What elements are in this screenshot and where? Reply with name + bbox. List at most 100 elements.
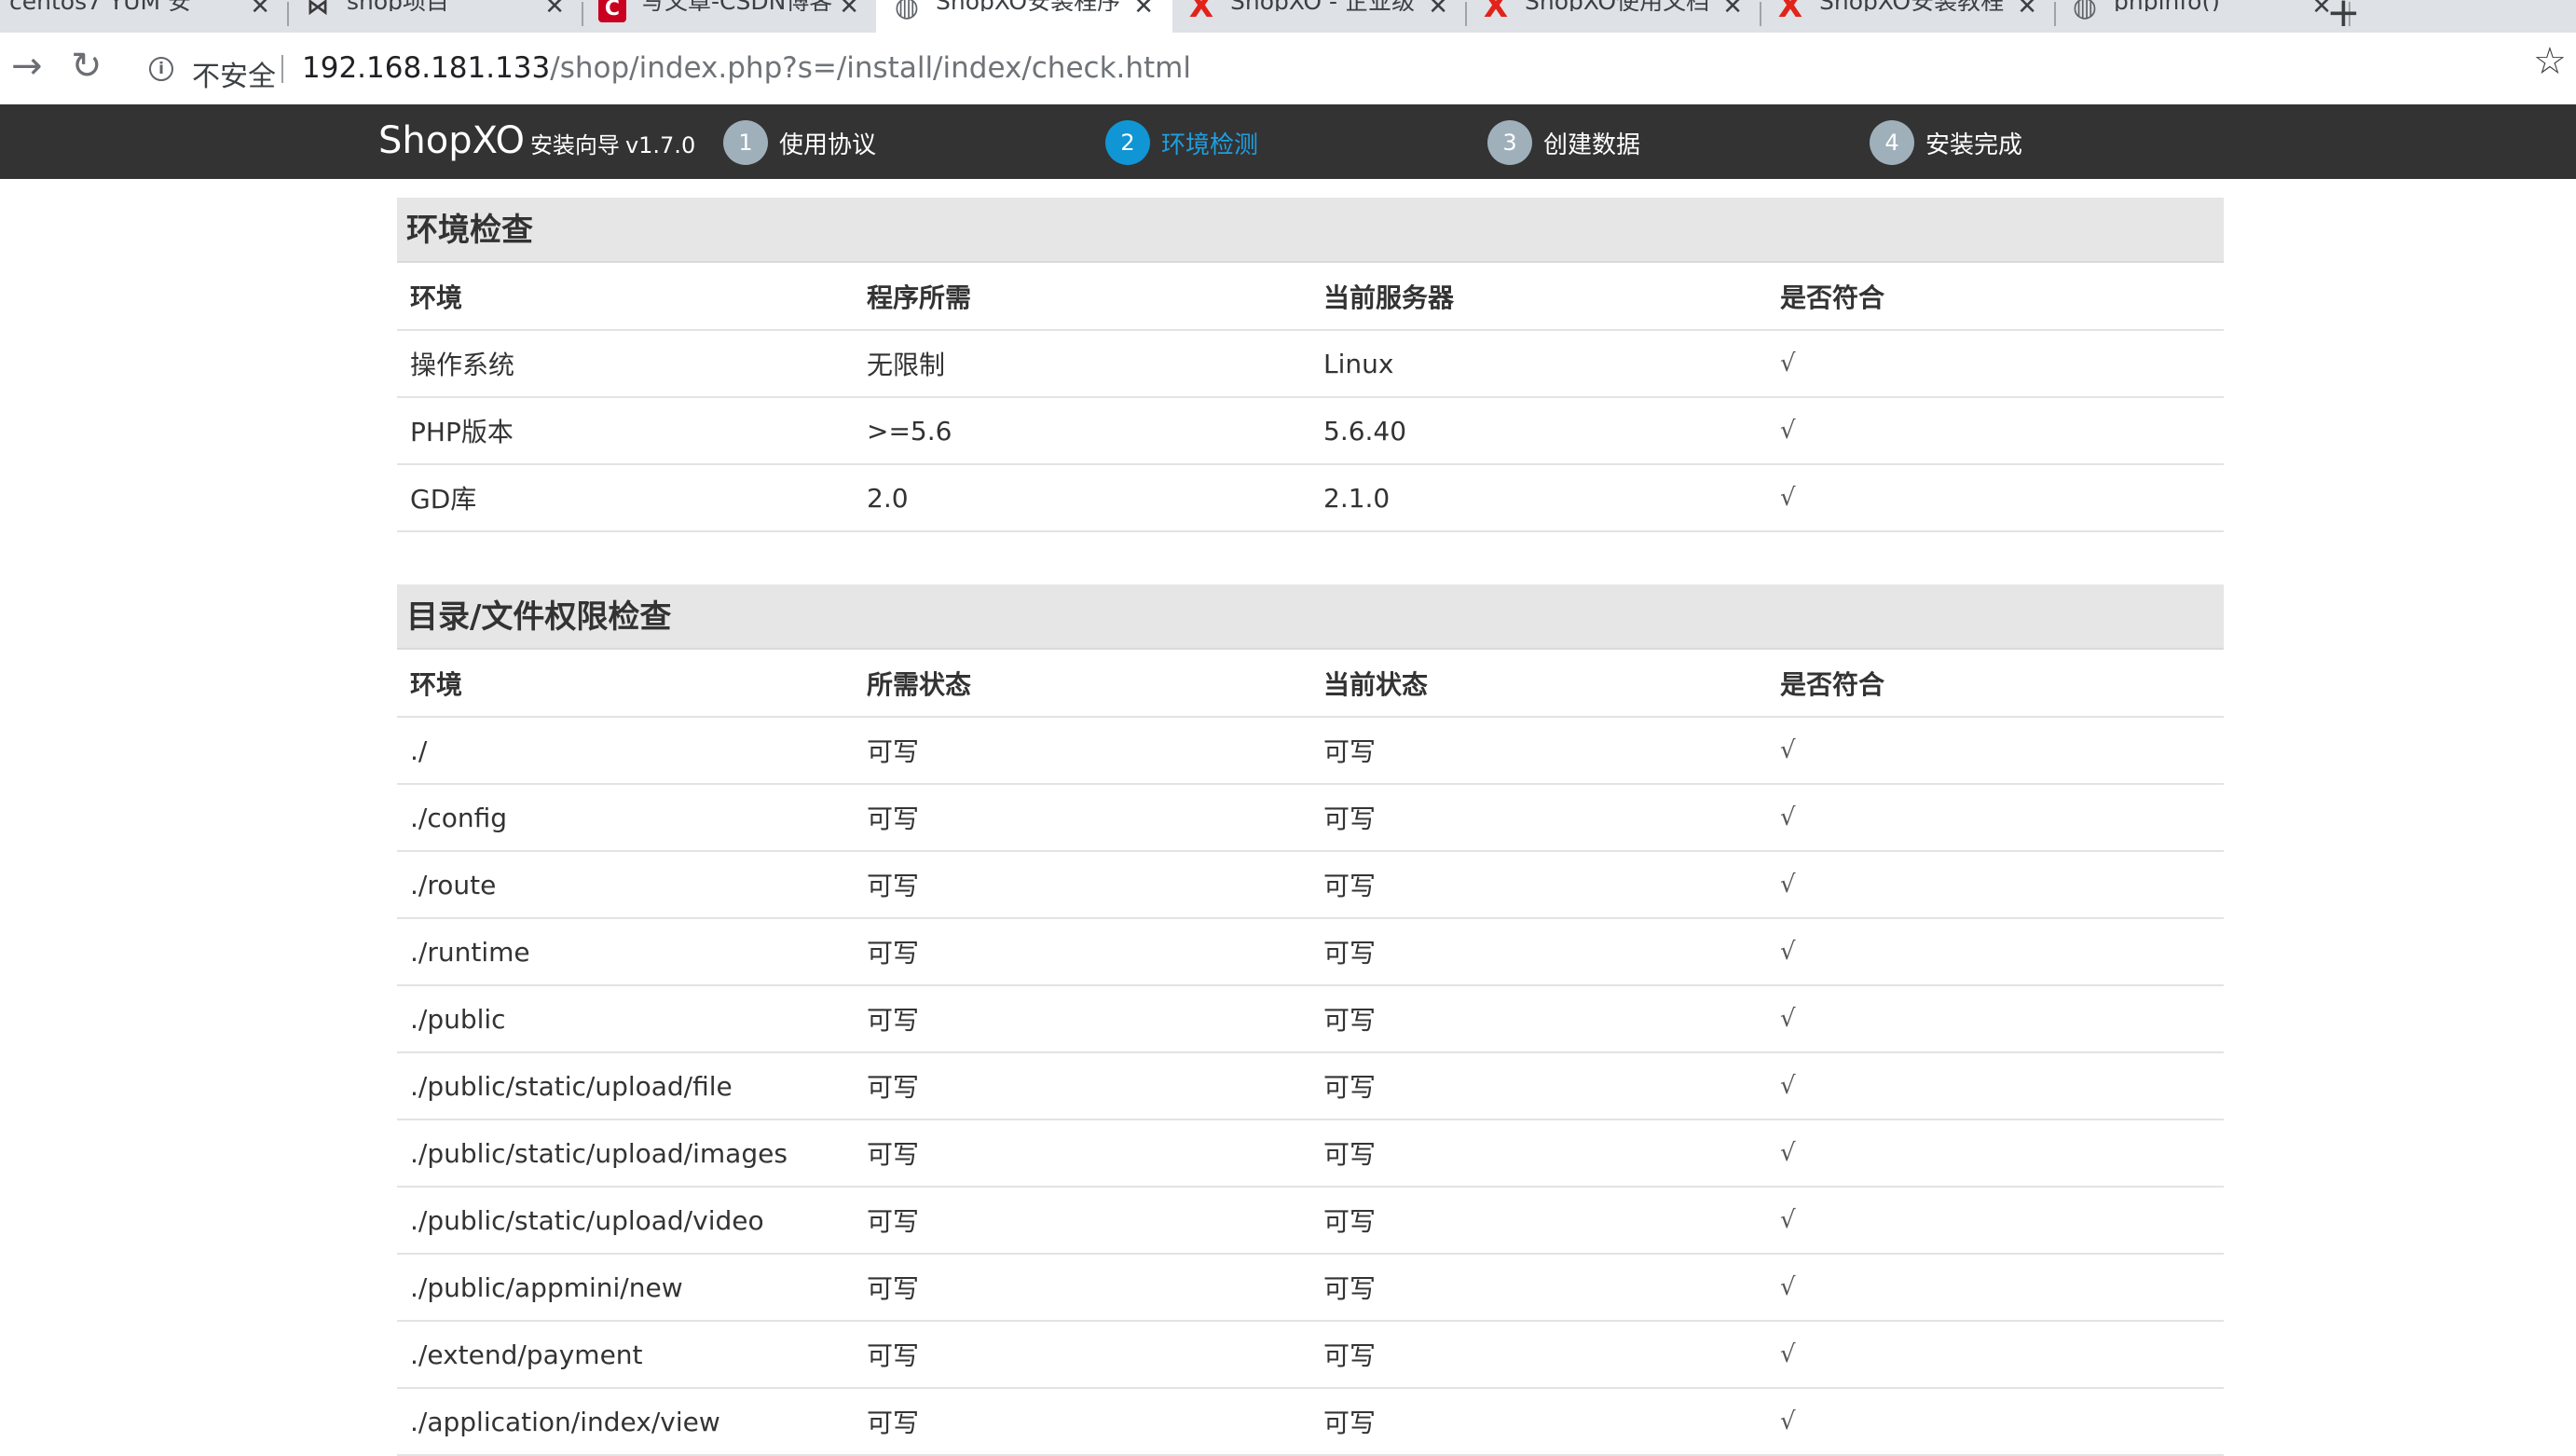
step-2: 2 环境检测 [1105, 120, 1258, 165]
bookmark-star-icon[interactable]: ☆ [2533, 40, 2567, 83]
table-cell: ./public/static/upload/file [397, 1052, 854, 1120]
table-cell: ./public/static/upload/video [397, 1187, 854, 1255]
install-header: ShopXO 安装向导 v1.7.0 1 使用协议 2 环境检测 3 创建数据 4 … [0, 104, 2576, 179]
step-number: 3 [1487, 120, 1532, 165]
table-row: ./runtime 可写 可写 √ [397, 918, 2224, 986]
table-row: ./route 可写 可写 √ [397, 851, 2224, 919]
status-check: √ [1767, 397, 2224, 465]
close-icon[interactable]: ✕ [2017, 0, 2037, 21]
globe-favicon-icon: ◍ [2072, 0, 2098, 23]
browser-tab[interactable]: ⋈shop项目✕ [287, 0, 583, 33]
step-1: 1 使用协议 [723, 120, 876, 165]
close-icon[interactable]: ✕ [250, 0, 270, 21]
table-header-row: 环境 程序所需 当前服务器 是否符合 [397, 263, 2224, 331]
perm-check-section: 目录/文件权限检查 环境 所需状态 当前状态 是否符合 ./可写 可写 √ ./con… [397, 584, 2224, 1456]
url-text[interactable]: 192.168.181.133/shop/index.php?s=/instal… [302, 51, 1191, 85]
browser-tab[interactable]: XShopXO使用文档✕ [1465, 0, 1761, 33]
env-check-title: 环境检查 [397, 198, 2224, 263]
step-4: 4 安装完成 [1870, 120, 2022, 165]
table-row: ./public/static/upload/file 可写 可写 √ [397, 1052, 2224, 1120]
reload-icon[interactable]: ↻ [71, 46, 103, 87]
table-cell: >=5.6 [854, 397, 1310, 465]
table-row: PHP版本 >=5.6 5.6.40 √ [397, 397, 2224, 465]
table-cell: GD库 [397, 464, 854, 532]
status-check: √ [1767, 1321, 2224, 1389]
close-icon[interactable]: ✕ [839, 0, 859, 21]
status-check: √ [1767, 1119, 2224, 1188]
table-cell: ./application/index/view [397, 1388, 854, 1456]
url-host: 192.168.181.133 [302, 51, 551, 85]
column-header: 环境 [397, 650, 854, 718]
step-label: 创建数据 [1543, 130, 1641, 159]
table-cell: 可写 [854, 717, 1310, 785]
step-number: 4 [1870, 120, 1914, 165]
table-cell: 操作系统 [397, 330, 854, 398]
status-check: √ [1767, 330, 2224, 398]
security-label[interactable]: 不安全 [192, 53, 276, 94]
close-icon[interactable]: ✕ [1428, 0, 1448, 21]
table-cell: ./route [397, 851, 854, 919]
url-path: /shop/index.php?s=/install/index/check.h… [550, 51, 1191, 85]
close-icon[interactable]: ✕ [1722, 0, 1743, 21]
table-cell: 可写 [854, 1052, 1310, 1120]
table-row: ./public/static/upload/video 可写 可写 √ [397, 1187, 2224, 1255]
table-cell: 2.1.0 [1310, 464, 1767, 532]
column-header: 当前服务器 [1310, 263, 1767, 331]
status-check: √ [1767, 784, 2224, 852]
brand: ShopXO 安装向导 v1.7.0 [378, 119, 695, 162]
tab-title: centos7 YUM 安 [9, 0, 289, 11]
status-check: √ [1767, 1052, 2224, 1120]
table-cell: ./public/appmini/new [397, 1254, 854, 1322]
table-cell: ./runtime [397, 918, 854, 986]
table-cell: 5.6.40 [1310, 397, 1767, 465]
csdn-favicon-icon: C [598, 0, 626, 22]
table-cell: 可写 [1310, 1187, 1767, 1255]
status-check: √ [1767, 985, 2224, 1053]
table-cell: 可写 [1310, 918, 1767, 986]
table-cell: ./config [397, 784, 854, 852]
status-check: √ [1767, 717, 2224, 785]
browser-tab[interactable]: ◍ShopXO安装程序✕ [876, 0, 1172, 33]
table-cell: Linux [1310, 330, 1767, 398]
table-cell: PHP版本 [397, 397, 854, 465]
env-check-table: 环境 程序所需 当前服务器 是否符合 操作系统 无限制 Linux √ PHP版本 >=5… [397, 263, 2224, 532]
close-icon[interactable]: ✕ [544, 0, 565, 21]
browser-tab[interactable]: XShopXO - 企业级✕ [1171, 0, 1467, 33]
table-cell: 可写 [1310, 1052, 1767, 1120]
new-tab-icon[interactable]: + [2326, 0, 2361, 33]
table-cell: 可写 [1310, 1321, 1767, 1389]
table-cell: 可写 [1310, 985, 1767, 1053]
column-header: 当前状态 [1310, 650, 1767, 718]
column-header: 环境 [397, 263, 854, 331]
step-3: 3 创建数据 [1487, 120, 1640, 165]
address-bar[interactable]: i 不安全 192.168.181.133/shop/index.php?s=/… [130, 42, 2535, 94]
browser-tab[interactable]: ◍phpinfo()✕ [2054, 0, 2350, 33]
table-cell: 可写 [1310, 1254, 1767, 1322]
browser-tab[interactable]: C写文章-CSDN博客✕ [582, 0, 878, 33]
browser-tabstrip: centos7 YUM 安✕⋈shop项目✕C写文章-CSDN博客✕◍ShopX… [0, 0, 2576, 33]
forward-arrow-icon[interactable]: → [11, 46, 43, 87]
table-cell: 可写 [854, 1119, 1310, 1188]
table-cell: ./ [397, 717, 854, 785]
shopxo-favicon-icon: X [1777, 0, 1803, 25]
logo-text: ShopXO [378, 119, 525, 162]
url-divider [281, 55, 283, 83]
table-cell: ./public [397, 985, 854, 1053]
step-label: 安装完成 [1925, 130, 2023, 159]
table-row: ./application/index/view 可写 可写 √ [397, 1388, 2224, 1456]
table-cell: 可写 [1310, 1388, 1767, 1456]
step-label: 环境检测 [1161, 130, 1259, 159]
info-icon[interactable]: i [149, 57, 173, 81]
table-cell: 可写 [1310, 717, 1767, 785]
table-cell: 可写 [854, 784, 1310, 852]
status-check: √ [1767, 464, 2224, 532]
browser-tab[interactable]: centos7 YUM 安✕ [0, 0, 289, 33]
env-check-section: 环境检查 环境 程序所需 当前服务器 是否符合 操作系统 无限制 Linux √ PHP… [397, 198, 2224, 532]
version-label: v1.7.0 [624, 132, 696, 158]
close-icon[interactable]: ✕ [1133, 0, 1154, 21]
status-check: √ [1767, 1187, 2224, 1255]
browser-toolbar: → ↻ i 不安全 192.168.181.133/shop/index.php… [0, 33, 2576, 105]
table-row: GD库 2.0 2.1.0 √ [397, 464, 2224, 532]
browser-tab[interactable]: XShopXO安装教程✕ [1760, 0, 2056, 33]
wizard-subtitle: 安装向导 [529, 132, 620, 158]
